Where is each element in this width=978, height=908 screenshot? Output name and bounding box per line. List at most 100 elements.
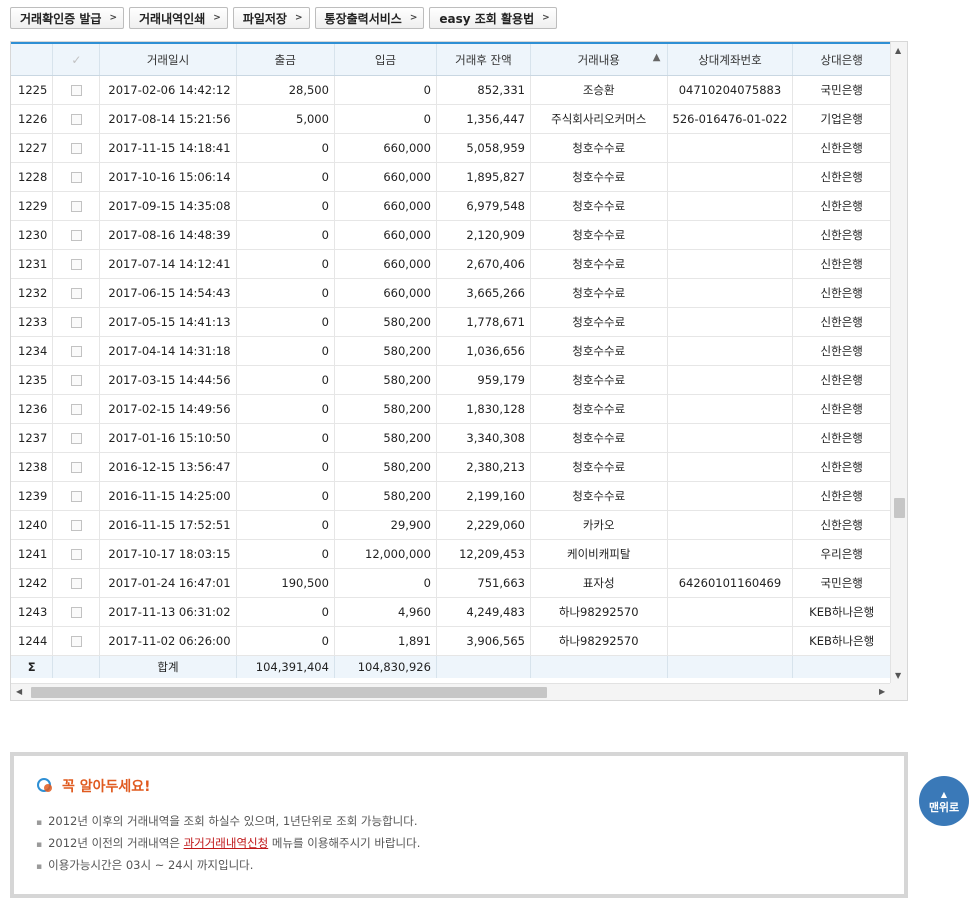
row-checkbox[interactable] (70, 404, 82, 415)
row-checkbox[interactable] (70, 462, 82, 473)
header-deposit[interactable]: 입금 (334, 42, 437, 76)
row-checkbox[interactable] (70, 288, 82, 299)
cell-checkbox[interactable] (52, 220, 101, 250)
horizontal-scroll-thumb[interactable] (31, 687, 547, 698)
cell-checkbox[interactable] (52, 133, 101, 163)
cell-withdraw: 0 (236, 191, 335, 221)
passbook-print-service-button[interactable]: 통장출력서비스 > (314, 7, 425, 29)
easy-guide-button[interactable]: easy 조회 활용법 > (429, 7, 557, 29)
table-row[interactable]: 1228 2017-10-16 15:06:14 0 660,000 1,895,827… (11, 162, 891, 192)
cell-balance: 5,058,959 (436, 133, 531, 163)
table-row[interactable]: 1235 2017-03-15 14:44:56 0 580,200 959,179 청호… (11, 365, 891, 395)
table-row[interactable]: 1236 2017-02-15 14:49:56 0 580,200 1,830,128… (11, 394, 891, 424)
header-balance[interactable]: 거래후 잔액 (436, 42, 531, 76)
cell-checkbox[interactable] (52, 278, 101, 308)
sort-asc-icon[interactable]: ▲ (653, 52, 661, 63)
cell-checkbox[interactable] (52, 423, 101, 453)
issue-certificate-button[interactable]: 거래확인증 발급 > (10, 7, 125, 29)
scroll-left-icon[interactable]: ◀ (16, 687, 22, 696)
horizontal-scrollbar[interactable]: ◀ ▶ (11, 683, 891, 700)
row-checkbox[interactable] (70, 433, 82, 444)
cell-checkbox[interactable] (52, 365, 101, 395)
header-description[interactable]: 거래내용 ▲ (530, 42, 668, 76)
table-row[interactable]: 1225 2017-02-06 14:42:12 28,500 0 852,331 조승환… (11, 75, 891, 105)
table-row[interactable]: 1241 2017-10-17 18:03:15 0 12,000,000 12,209… (11, 539, 891, 569)
table-row[interactable]: 1234 2017-04-14 14:31:18 0 580,200 1,036,656… (11, 336, 891, 366)
row-checkbox[interactable] (70, 549, 82, 560)
table-row[interactable]: 1230 2017-08-16 14:48:39 0 660,000 2,120,909… (11, 220, 891, 250)
cell-checkbox[interactable] (52, 568, 101, 598)
cell-checkbox[interactable] (52, 481, 101, 511)
row-checkbox[interactable] (70, 259, 82, 270)
header-datetime[interactable]: 거래일시 (99, 42, 237, 76)
cell-description: 하나98292570 (530, 597, 668, 627)
cell-withdraw: 0 (236, 162, 335, 192)
table-row[interactable]: 1242 2017-01-24 16:47:01 190,500 0 751,663 표자… (11, 568, 891, 598)
cell-no: 1237 (11, 423, 54, 453)
cell-datetime: 2017-07-14 14:12:41 (99, 249, 237, 279)
cell-checkbox[interactable] (52, 510, 101, 540)
table-row[interactable]: 1238 2016-12-15 13:56:47 0 580,200 2,380,213… (11, 452, 891, 482)
cell-checkbox[interactable] (52, 539, 101, 569)
scroll-right-icon[interactable]: ▶ (879, 687, 885, 696)
cell-checkbox[interactable] (52, 249, 101, 279)
row-checkbox[interactable] (70, 317, 82, 328)
table-row[interactable]: 1233 2017-05-15 14:41:13 0 580,200 1,778,671… (11, 307, 891, 337)
cell-checkbox[interactable] (52, 162, 101, 192)
cell-checkbox[interactable] (52, 191, 101, 221)
table-row[interactable]: 1231 2017-07-14 14:12:41 0 660,000 2,670,406… (11, 249, 891, 279)
cell-counter-account: 04710204075883 (667, 75, 794, 105)
row-checkbox[interactable] (70, 491, 82, 502)
past-history-request-link[interactable]: 과거거래내역신청 (184, 836, 269, 850)
table-row[interactable]: 1243 2017-11-13 06:31:02 0 4,960 4,249,483 하나… (11, 597, 891, 627)
cell-counter-account (667, 539, 794, 569)
cell-datetime: 2016-12-15 13:56:47 (99, 452, 237, 482)
row-checkbox[interactable] (70, 201, 82, 212)
row-checkbox[interactable] (70, 230, 82, 241)
scroll-down-icon[interactable]: ▼ (895, 671, 901, 680)
vertical-scroll-thumb[interactable] (894, 498, 905, 518)
cell-counter-account: 526-016476-01-022 (667, 104, 794, 134)
table-row[interactable]: 1239 2016-11-15 14:25:00 0 580,200 2,199,160… (11, 481, 891, 511)
row-checkbox[interactable] (70, 172, 82, 183)
cell-description: 청호수수료 (530, 133, 668, 163)
cell-checkbox[interactable] (52, 307, 101, 337)
row-checkbox[interactable] (70, 85, 82, 96)
header-select-all[interactable]: ✓ (52, 42, 101, 76)
table-row[interactable]: 1237 2017-01-16 15:10:50 0 580,200 3,340,308… (11, 423, 891, 453)
scroll-up-icon[interactable]: ▲ (895, 46, 901, 55)
header-counter-bank[interactable]: 상대은행 (792, 42, 891, 76)
vertical-scrollbar[interactable]: ▲ ▼ (890, 42, 907, 684)
cell-no: 1238 (11, 452, 54, 482)
row-checkbox[interactable] (70, 346, 82, 357)
row-checkbox[interactable] (70, 143, 82, 154)
table-row[interactable]: 1227 2017-11-15 14:18:41 0 660,000 5,058,959… (11, 133, 891, 163)
scroll-to-top-button[interactable]: ▲ 맨위로 (919, 776, 969, 826)
row-checkbox[interactable] (70, 520, 82, 531)
notice-title-text: 꼭 알아두세요! (62, 779, 151, 795)
row-checkbox[interactable] (70, 375, 82, 386)
cell-checkbox[interactable] (52, 452, 101, 482)
cell-checkbox[interactable] (52, 394, 101, 424)
row-checkbox[interactable] (70, 114, 82, 125)
table-row[interactable]: 1244 2017-11-02 06:26:00 0 1,891 3,906,565 하나… (11, 626, 891, 656)
check-icon[interactable]: ✓ (71, 53, 81, 67)
table-row[interactable]: 1232 2017-06-15 14:54:43 0 660,000 3,665,266… (11, 278, 891, 308)
table-row[interactable]: 1229 2017-09-15 14:35:08 0 660,000 6,979,548… (11, 191, 891, 221)
row-checkbox[interactable] (70, 578, 82, 589)
table-row[interactable]: 1240 2016-11-15 17:52:51 0 29,900 2,229,060 카… (11, 510, 891, 540)
row-checkbox[interactable] (70, 607, 82, 618)
cell-checkbox[interactable] (52, 336, 101, 366)
save-file-button[interactable]: 파일저장 > (232, 7, 310, 29)
cell-checkbox[interactable] (52, 597, 101, 627)
grid-rows: 1225 2017-02-06 14:42:12 28,500 0 852,331 조승환… (11, 75, 891, 656)
cell-checkbox[interactable] (52, 75, 101, 105)
cell-datetime: 2017-10-16 15:06:14 (99, 162, 237, 192)
cell-checkbox[interactable] (52, 104, 101, 134)
table-row[interactable]: 1226 2017-08-14 15:21:56 5,000 0 1,356,447 주식… (11, 104, 891, 134)
row-checkbox[interactable] (70, 636, 82, 647)
cell-checkbox[interactable] (52, 626, 101, 656)
header-counter-account[interactable]: 상대계좌번호 (667, 42, 794, 76)
header-withdraw[interactable]: 출금 (236, 42, 335, 76)
print-history-button[interactable]: 거래내역인쇄 > (129, 7, 228, 29)
